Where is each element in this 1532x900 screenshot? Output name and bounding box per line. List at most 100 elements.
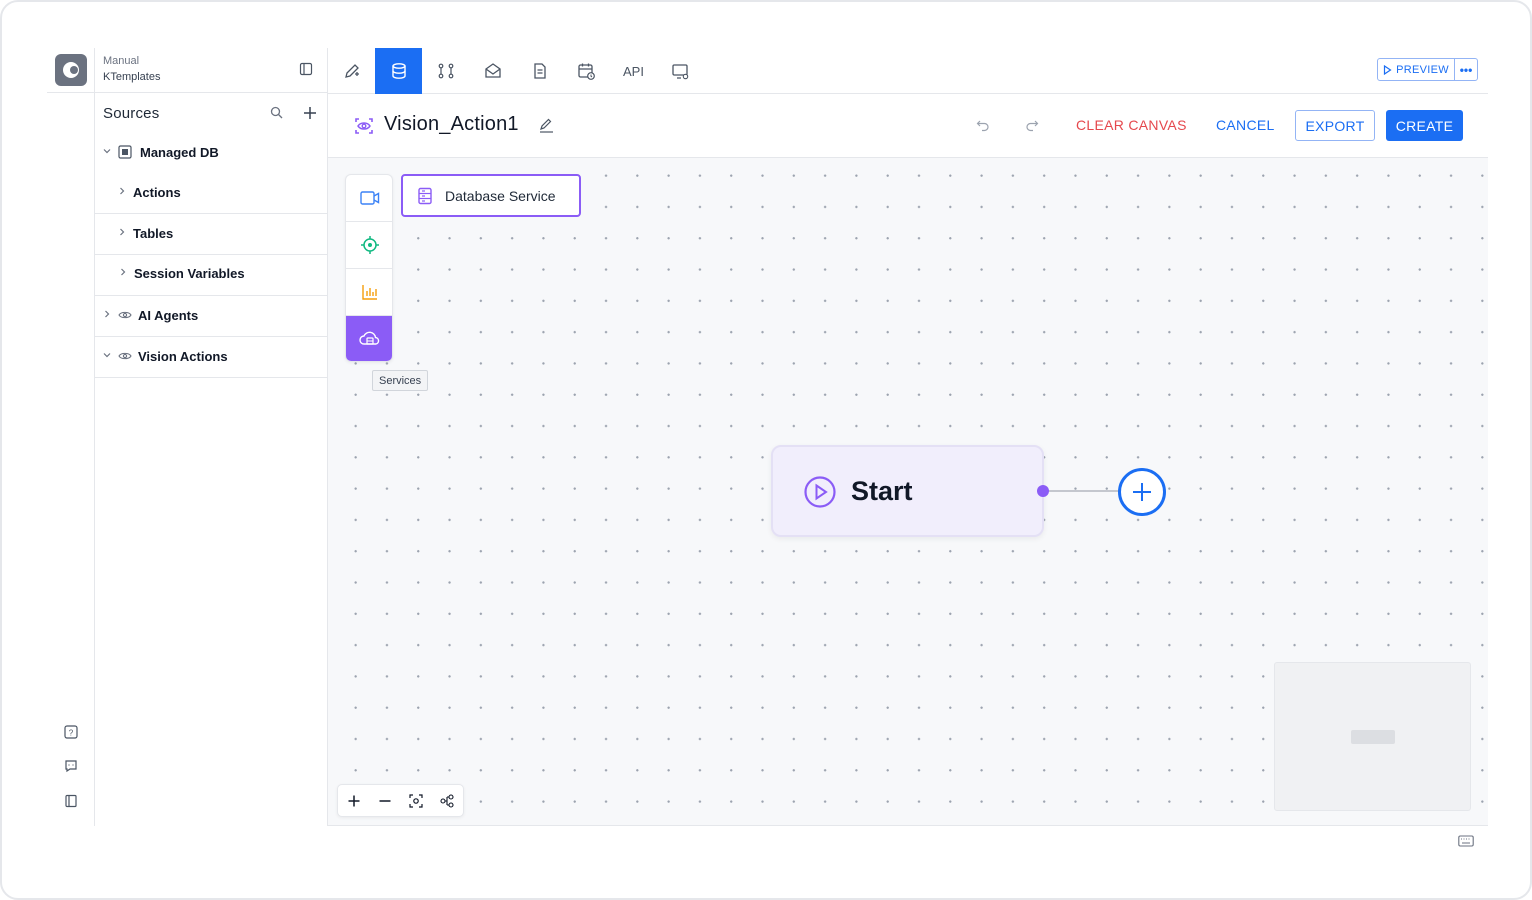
- minus-icon: [379, 800, 391, 802]
- tab-schedule[interactable]: [563, 48, 610, 94]
- target-icon: [361, 236, 379, 254]
- editor-tab-bar: API PREVIEW •••: [328, 48, 1488, 94]
- preview-button[interactable]: PREVIEW: [1377, 58, 1455, 81]
- tree-item-ai-agents[interactable]: AI Agents: [95, 296, 328, 336]
- tree-item-actions[interactable]: Actions: [95, 173, 328, 213]
- minimap[interactable]: [1274, 662, 1471, 811]
- page-title: Vision_Action1: [384, 113, 519, 135]
- zoom-out-button[interactable]: [375, 791, 395, 811]
- edge-connector: [1042, 490, 1122, 492]
- tree-label: Vision Actions: [138, 349, 228, 364]
- vision-action-icon: [355, 118, 373, 134]
- rail-divider: [47, 92, 95, 93]
- search-icon[interactable]: [270, 106, 283, 119]
- tree-label: AI Agents: [138, 308, 199, 323]
- services-icon: [359, 331, 380, 345]
- more-options-button[interactable]: •••: [1454, 58, 1478, 81]
- workflow-icon: [438, 63, 453, 79]
- cancel-button[interactable]: CANCEL: [1216, 117, 1275, 133]
- services-tooltip: Services: [372, 370, 429, 391]
- chevron-down-icon[interactable]: [102, 146, 112, 156]
- tree-item-tables[interactable]: Tables: [95, 214, 328, 254]
- flow-canvas[interactable]: Services Database Service Start: [328, 158, 1488, 826]
- chevron-down-icon[interactable]: [102, 350, 112, 360]
- tab-design[interactable]: [328, 48, 375, 94]
- create-button[interactable]: CREATE: [1386, 110, 1463, 141]
- help-icon[interactable]: ?: [61, 722, 81, 742]
- app-logo[interactable]: [55, 54, 87, 86]
- output-handle[interactable]: [1037, 485, 1049, 497]
- node-palette: [345, 174, 393, 362]
- tree-label: Tables: [133, 226, 174, 241]
- chevron-right-icon[interactable]: [117, 186, 127, 196]
- schedule-icon: [578, 63, 595, 80]
- workspace-label: Manual: [103, 55, 140, 67]
- pen-add-icon: [344, 64, 359, 78]
- tree-item-session-variables[interactable]: Session Variables: [95, 254, 328, 294]
- tree-label: Session Variables: [134, 266, 245, 281]
- preview-label: PREVIEW: [1396, 63, 1449, 76]
- plus-icon: [348, 795, 360, 807]
- start-label: Start: [851, 476, 913, 506]
- database-icon: [118, 145, 132, 159]
- auto-layout-button[interactable]: [437, 791, 457, 811]
- add-source-icon[interactable]: [303, 106, 317, 120]
- divider: [95, 377, 328, 378]
- tab-database[interactable]: [375, 48, 422, 94]
- chevron-right-icon[interactable]: [117, 227, 127, 237]
- collapse-sidebar-icon[interactable]: [299, 62, 313, 76]
- mail-icon: [484, 63, 501, 78]
- zoom-controls: [337, 784, 464, 817]
- play-icon: [1383, 64, 1392, 75]
- fit-view-button[interactable]: [406, 791, 426, 811]
- workspace-name: KTemplates: [103, 71, 161, 83]
- redo-icon[interactable]: [1025, 118, 1039, 132]
- tab-screen-settings[interactable]: [657, 48, 704, 94]
- chevron-right-icon[interactable]: [118, 267, 128, 277]
- tree-label: Managed DB: [140, 145, 219, 160]
- tab-mail[interactable]: [469, 48, 516, 94]
- tab-document[interactable]: [516, 48, 563, 94]
- tree-item-managed-db[interactable]: Managed DB: [95, 133, 328, 173]
- minimap-node: [1351, 730, 1395, 744]
- plus-icon: [1133, 483, 1151, 501]
- action-title-bar: Vision_Action1 CLEAR CANVAS CANCEL EXPOR…: [328, 94, 1488, 158]
- clear-canvas-button[interactable]: CLEAR CANVAS: [1076, 117, 1187, 133]
- tree-label: Actions: [133, 185, 181, 200]
- layout-icon: [440, 794, 454, 808]
- tab-workflow[interactable]: [422, 48, 469, 94]
- zoom-in-button[interactable]: [344, 791, 364, 811]
- palette-services[interactable]: [346, 316, 392, 361]
- sources-header: Sources: [95, 93, 327, 133]
- screen-settings-icon: [672, 63, 689, 79]
- database-service-chip[interactable]: Database Service: [401, 174, 581, 217]
- keyboard-icon[interactable]: [1458, 835, 1474, 847]
- palette-chart[interactable]: [346, 269, 392, 316]
- video-icon: [360, 191, 380, 205]
- palette-target[interactable]: [346, 222, 392, 269]
- tree-item-vision-actions[interactable]: Vision Actions: [95, 337, 328, 377]
- undo-icon[interactable]: [976, 118, 990, 132]
- left-rail: ?: [47, 48, 95, 826]
- app-window: ? Manual KTemplates Sources Managed DB A…: [0, 0, 1532, 900]
- server-icon: [418, 187, 432, 204]
- palette-video[interactable]: [346, 175, 392, 222]
- sources-sidebar: Manual KTemplates Sources Managed DB Act…: [95, 48, 328, 826]
- tab-api[interactable]: API: [610, 48, 657, 94]
- add-node-button[interactable]: [1118, 468, 1166, 516]
- start-node[interactable]: Start: [771, 445, 1044, 537]
- book-icon[interactable]: [61, 791, 81, 811]
- eye-icon: [118, 311, 132, 319]
- edit-title-icon[interactable]: [539, 118, 554, 133]
- chart-icon: [362, 285, 377, 300]
- workspace-header: Manual KTemplates: [95, 48, 327, 93]
- fit-view-icon: [409, 794, 423, 808]
- logo-icon: [63, 62, 79, 78]
- chevron-right-icon[interactable]: [102, 309, 112, 319]
- database-icon: [391, 63, 406, 79]
- svg-text:?: ?: [69, 729, 74, 738]
- chat-icon[interactable]: [61, 756, 81, 776]
- export-button[interactable]: EXPORT: [1295, 110, 1375, 141]
- document-icon: [533, 63, 546, 79]
- play-circle-icon: [804, 476, 836, 508]
